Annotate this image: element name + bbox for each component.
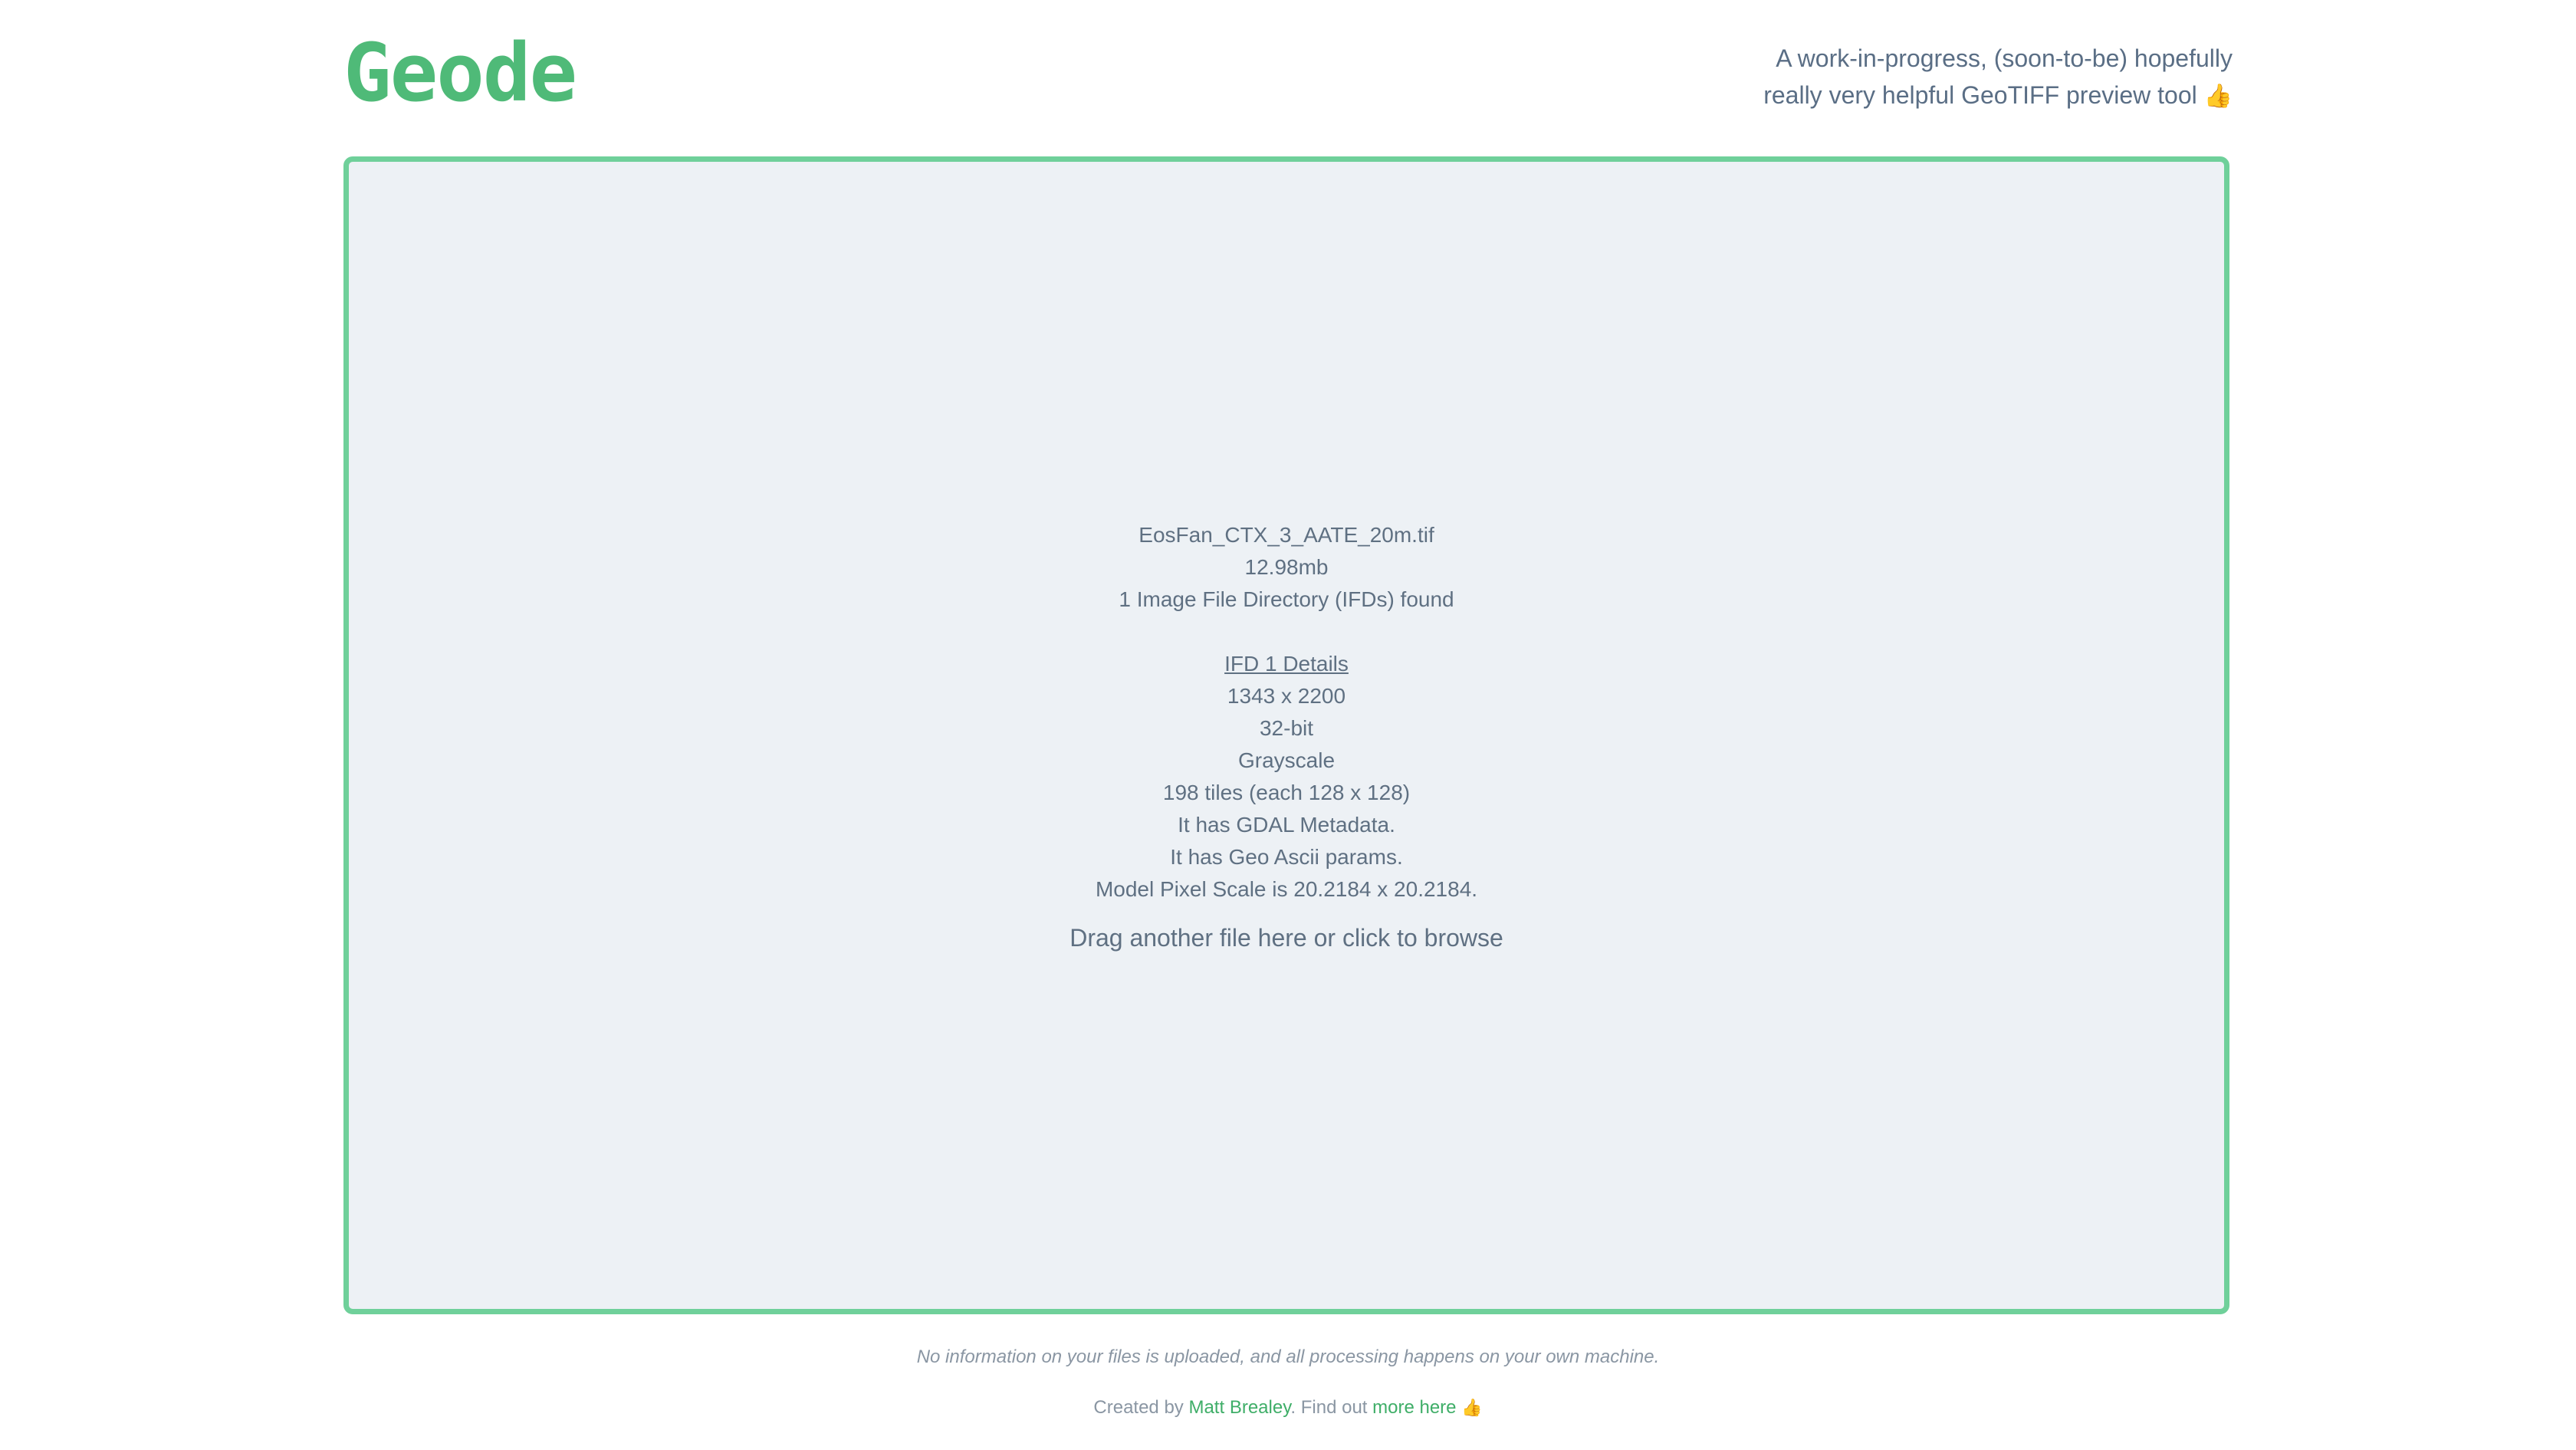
footer-credit: Created by Matt Brealey. Find out more h… [0,1397,2576,1419]
tagline-line-2: really very helpful GeoTIFF preview tool [1763,81,2197,109]
pixel-scale-info: Model Pixel Scale is 20.2184 x 20.2184. [1095,877,1478,901]
find-out-label: . Find out [1290,1397,1368,1418]
file-dropzone[interactable]: EosFan_CTX_3_AATE_20m.tif 12.98mb 1 Imag… [343,156,2229,1314]
file-size: 12.98mb [1244,555,1329,579]
author-link[interactable]: Matt Brealey [1188,1397,1290,1418]
thumbs-up-icon: 👍 [2203,84,2233,109]
app-logo: Geode [343,26,577,120]
tagline: A work-in-progress, (soon-to-be) hopeful… [1650,40,2233,115]
created-by-label: Created by [1093,1397,1184,1418]
thumbs-up-icon: 👍 [1461,1398,1483,1417]
more-here-link[interactable]: more here [1372,1397,1456,1418]
tile-info: 198 tiles (each 128 x 128) [1162,781,1411,804]
file-name: EosFan_CTX_3_AATE_20m.tif [1138,523,1434,547]
geo-ascii-info: It has Geo Ascii params. [1170,845,1403,869]
ifd-count: 1 Image File Directory (IFDs) found [1119,587,1454,611]
tagline-line-1: A work-in-progress, (soon-to-be) hopeful… [1776,44,2233,72]
file-info: EosFan_CTX_3_AATE_20m.tif 12.98mb 1 Imag… [349,519,2224,956]
gdal-metadata-info: It has GDAL Metadata. [1178,813,1395,837]
ifd-details-title: IFD 1 Details [1224,652,1349,676]
page-header: Geode A work-in-progress, (soon-to-be) h… [343,31,2233,123]
color-type: Grayscale [1237,748,1336,772]
privacy-note: No information on your files is uploaded… [916,1346,1660,1367]
bit-depth: 32-bit [1259,716,1314,740]
image-dimensions: 1343 x 2200 [1227,684,1346,708]
browse-prompt[interactable]: Drag another file here or click to brows… [349,919,2224,956]
